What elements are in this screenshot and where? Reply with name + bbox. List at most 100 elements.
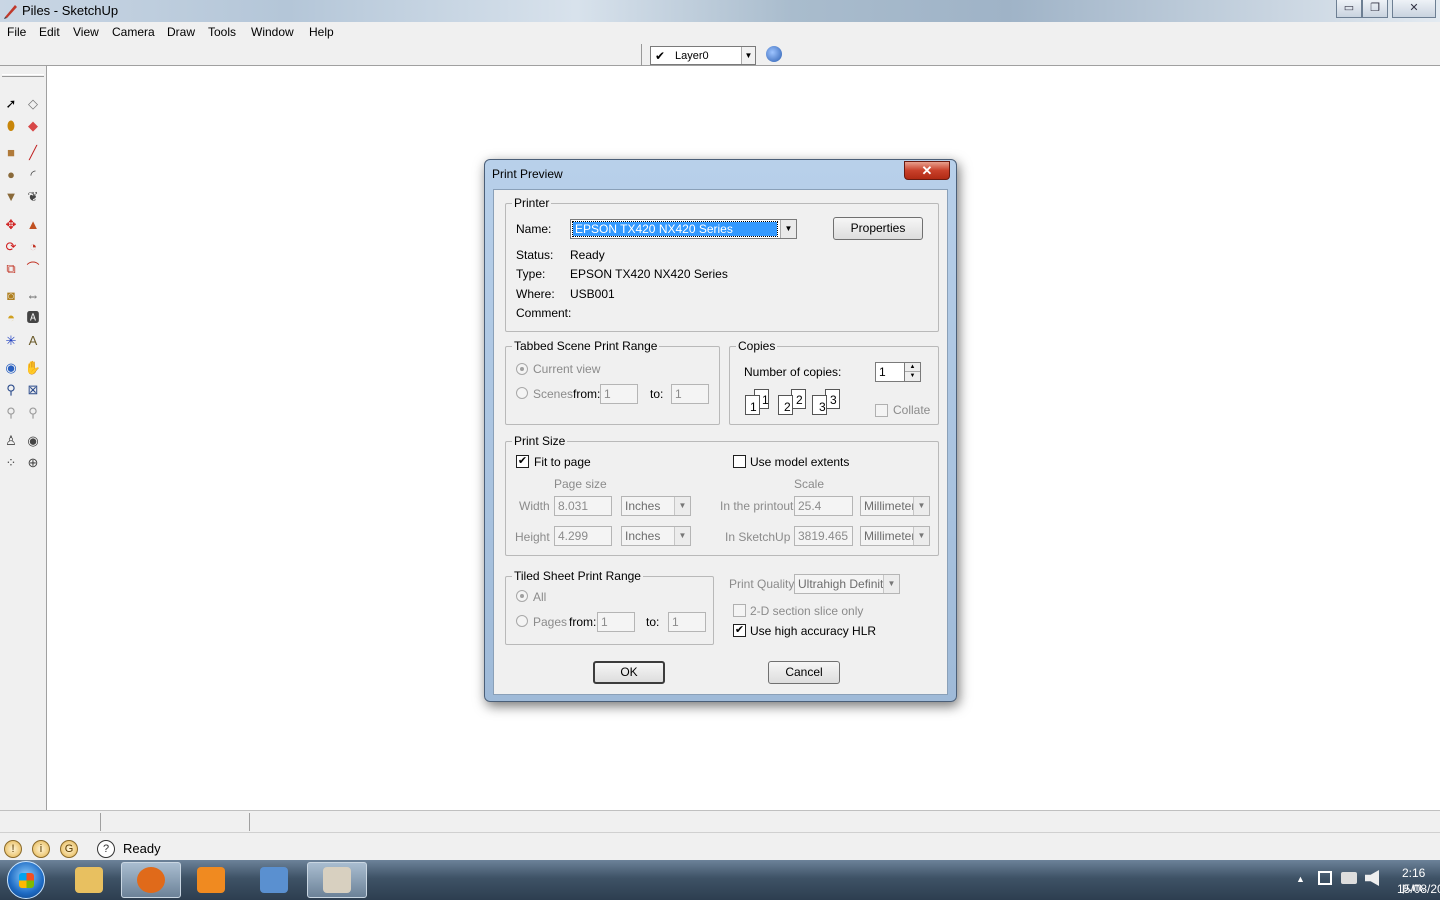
toolbar-grip[interactable] [2, 74, 44, 77]
printer-name-select[interactable]: EPSON TX420 NX420 Series ▼ [570, 219, 797, 239]
photo-viewer-taskbar-button[interactable] [244, 862, 304, 898]
dimension-tool-icon[interactable]: ⇔ [24, 286, 42, 304]
menu-edit[interactable]: Edit [39, 25, 60, 39]
windows-explorer-taskbar-button[interactable] [59, 862, 119, 898]
protractor-tool-icon[interactable]: ◓ [2, 308, 20, 326]
chevron-down-icon[interactable]: ▼ [674, 527, 690, 545]
chevron-down-icon[interactable]: ▼ [674, 497, 690, 515]
in-sketchup-unit-select[interactable]: Millimeters ▼ [860, 526, 930, 546]
minimize-button[interactable]: ▭ [1336, 0, 1362, 18]
scene-from-input[interactable]: 1 [600, 384, 638, 404]
previous-view-icon[interactable]: ⚲ [2, 403, 20, 421]
help-icon[interactable]: ? [97, 840, 115, 858]
volume-icon[interactable] [1365, 870, 1379, 886]
fit-to-page-checkbox[interactable]: ✔ [516, 455, 529, 468]
make-component-tool-icon[interactable]: ◇ [24, 94, 42, 112]
scale-tool-icon[interactable]: ⧉ [2, 259, 20, 277]
zoom-tool-icon[interactable]: ⚲ [2, 380, 20, 398]
close-window-button[interactable]: ✕ [1392, 0, 1436, 18]
rotate-tool-icon[interactable]: ⟳ [2, 237, 20, 255]
walk-tool-icon[interactable]: ⁘ [2, 453, 20, 471]
chevron-down-icon[interactable]: ▼ [741, 47, 755, 64]
layer-manager-icon[interactable] [766, 46, 782, 62]
position-camera-tool-icon[interactable]: ♙ [2, 431, 20, 449]
in-printout-input[interactable]: 25.4 [794, 496, 853, 516]
tiled-all-radio[interactable] [516, 590, 528, 602]
menu-window[interactable]: Window [251, 25, 294, 39]
orbit-tool-icon[interactable]: ◉ [2, 358, 20, 376]
scenes-radio[interactable] [516, 387, 528, 399]
chevron-down-icon[interactable]: ▼ [883, 575, 899, 593]
title-bar[interactable]: Piles - SketchUp ▭ ❐ ✕ [0, 0, 1440, 22]
high-accuracy-hlr-checkbox[interactable]: ✔ [733, 624, 746, 637]
3d-text-tool-icon[interactable]: A [24, 331, 42, 349]
next-view-icon[interactable]: ⚲ [24, 403, 42, 421]
push-pull-tool-icon[interactable]: ▲ [24, 215, 42, 233]
collate-checkbox[interactable] [875, 404, 888, 417]
tiled-to-input[interactable]: 1 [668, 612, 706, 632]
menu-draw[interactable]: Draw [167, 25, 195, 39]
menu-camera[interactable]: Camera [112, 25, 155, 39]
layer-select[interactable]: ✔ Layer0 ▼ [650, 46, 756, 65]
tiled-from-input[interactable]: 1 [597, 612, 635, 632]
rectangle-tool-icon[interactable]: ■ [2, 143, 20, 161]
firefox-taskbar-button[interactable] [121, 862, 181, 898]
pan-tool-icon[interactable]: ✋ [24, 358, 42, 376]
eraser-tool-icon[interactable]: ◆ [24, 116, 42, 134]
width-unit-select[interactable]: Inches ▼ [621, 496, 691, 516]
in-printout-unit-select[interactable]: Millimeters ▼ [860, 496, 930, 516]
start-button[interactable] [7, 861, 45, 899]
current-view-radio[interactable] [516, 363, 528, 375]
menu-tools[interactable]: Tools [208, 25, 236, 39]
credits-icon[interactable]: i [32, 840, 50, 858]
section-slice-checkbox[interactable] [733, 604, 746, 617]
tiled-pages-radio[interactable] [516, 615, 528, 627]
power-icon[interactable] [1341, 872, 1357, 884]
media-player-taskbar-button[interactable] [181, 862, 241, 898]
menu-file[interactable]: File [7, 25, 26, 39]
move-tool-icon[interactable]: ✥ [2, 215, 20, 233]
axes-tool-icon[interactable]: ✳ [2, 331, 20, 349]
tape-measure-tool-icon[interactable]: ◙ [2, 286, 20, 304]
number-of-copies-input[interactable]: 1 [875, 362, 905, 382]
spin-down-icon[interactable]: ▼ [905, 372, 920, 381]
scene-to-input[interactable]: 1 [671, 384, 709, 404]
chevron-down-icon[interactable]: ▼ [913, 497, 929, 515]
width-input[interactable]: 8.031 [554, 496, 612, 516]
sketchup-taskbar-button[interactable] [307, 862, 367, 898]
height-unit-select[interactable]: Inches ▼ [621, 526, 691, 546]
use-model-extents-checkbox[interactable] [733, 455, 746, 468]
menu-view[interactable]: View [73, 25, 99, 39]
offset-tool-icon[interactable]: ⌒ [24, 259, 42, 277]
network-icon[interactable] [1318, 871, 1332, 885]
dialog-close-button[interactable]: ✕ [904, 161, 950, 180]
chevron-down-icon[interactable]: ▼ [913, 527, 929, 545]
print-quality-select[interactable]: Ultrahigh Definition ▼ [794, 574, 900, 594]
paint-bucket-tool-icon[interactable]: ⬮ [2, 116, 20, 134]
chevron-down-icon[interactable]: ▼ [780, 220, 796, 238]
user-account-icon[interactable]: G [60, 840, 78, 858]
copies-spinner[interactable]: ▲ ▼ [904, 362, 921, 382]
geo-location-icon[interactable]: ! [4, 840, 22, 858]
polygon-tool-icon[interactable]: ▼ [2, 187, 20, 205]
line-tool-icon[interactable]: ╱ [24, 143, 42, 161]
freehand-tool-icon[interactable]: ❦ [24, 187, 42, 205]
look-around-tool-icon[interactable]: ◉ [24, 431, 42, 449]
restore-button[interactable]: ❐ [1362, 0, 1388, 18]
circle-tool-icon[interactable]: ● [2, 165, 20, 183]
properties-button[interactable]: Properties [833, 217, 923, 240]
ok-button[interactable]: OK [593, 661, 665, 684]
show-hidden-icons-icon[interactable]: ▲ [1296, 874, 1305, 884]
menu-help[interactable]: Help [309, 25, 334, 39]
in-sketchup-input[interactable]: 3819.465 [794, 526, 853, 546]
spin-up-icon[interactable]: ▲ [905, 363, 920, 372]
zoom-window-tool-icon[interactable]: ⊠ [24, 380, 42, 398]
select-tool-icon[interactable]: ➚ [2, 94, 20, 112]
cancel-button[interactable]: Cancel [768, 661, 840, 684]
section-plane-tool-icon[interactable]: ⊕ [24, 453, 42, 471]
clock-date[interactable]: 15/08/2011 [1397, 882, 1440, 896]
height-input[interactable]: 4.299 [554, 526, 612, 546]
follow-me-tool-icon[interactable]: ◔ [24, 237, 42, 255]
text-tool-icon[interactable]: 🅰 [24, 308, 42, 326]
arc-tool-icon[interactable]: ◜ [24, 165, 42, 183]
